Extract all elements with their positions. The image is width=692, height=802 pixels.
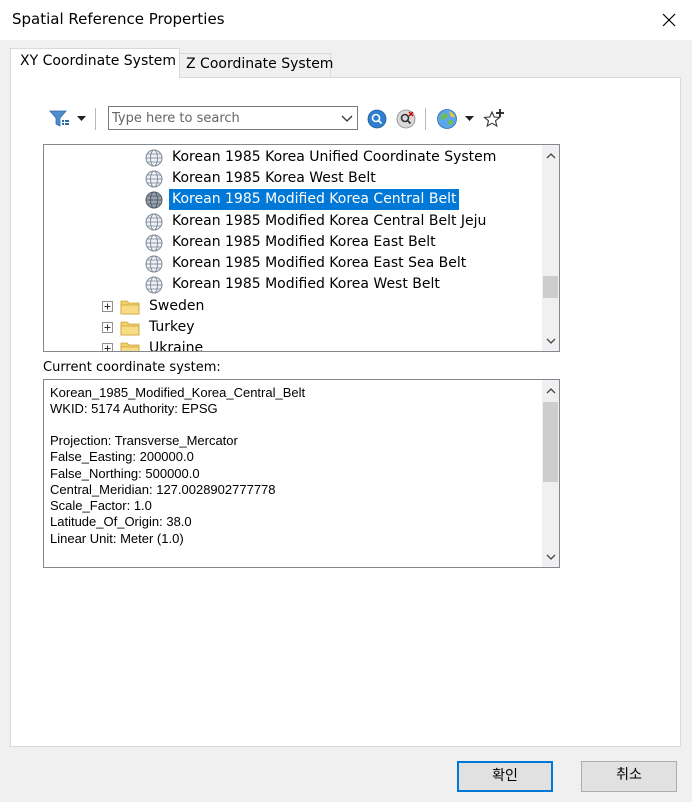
tree-item-label: Ukraine xyxy=(149,340,204,352)
title-bar: Spatial Reference Properties xyxy=(0,0,692,40)
current-coordinate-system-label: Current coordinate system: xyxy=(43,360,221,375)
coordinate-system-globe-icon xyxy=(145,191,163,209)
chevron-up-icon xyxy=(546,387,555,393)
clear-search-button[interactable] xyxy=(395,108,417,130)
ok-button[interactable]: 확인 xyxy=(457,761,553,792)
tree-item-label: Korean 1985 Korea Unified Coordinate Sys… xyxy=(172,149,497,165)
search-button[interactable] xyxy=(366,108,388,130)
clear-search-icon xyxy=(396,109,416,129)
detail-line: Scale_Factor: 1.0 xyxy=(50,498,152,513)
close-button[interactable] xyxy=(646,0,692,40)
chevron-down-icon xyxy=(464,116,474,121)
tree-item-label: Korean 1985 Modified Korea Central Belt xyxy=(169,189,460,210)
close-icon xyxy=(662,13,676,27)
cancel-button[interactable]: 취소 xyxy=(581,761,677,792)
filter-button[interactable] xyxy=(48,108,72,130)
detail-line: False_Northing: 500000.0 xyxy=(50,466,200,481)
search-input[interactable] xyxy=(112,108,327,129)
detail-line: Central_Meridian: 127.0028902777778 xyxy=(50,482,276,497)
scroll-down-button[interactable] xyxy=(542,332,559,349)
tree-item-label: Turkey xyxy=(149,319,195,335)
chevron-up-icon xyxy=(546,152,555,158)
tree-item-label: Korean 1985 Korea West Belt xyxy=(172,170,376,186)
chevron-down-icon xyxy=(546,554,555,560)
tree-item-label: Korean 1985 Modified Korea East Sea Belt xyxy=(172,255,467,271)
folder-icon xyxy=(120,321,140,336)
search-box[interactable] xyxy=(108,106,358,130)
filter-icon xyxy=(49,110,69,127)
folder-icon xyxy=(120,342,140,351)
details-scrollbar[interactable] xyxy=(542,380,559,567)
coordinate-system-globe-icon xyxy=(145,276,163,294)
scroll-down-button[interactable] xyxy=(542,548,559,565)
scroll-up-button[interactable] xyxy=(542,147,559,164)
tree-item-label: Korean 1985 Modified Korea East Belt xyxy=(172,234,436,250)
search-dropdown[interactable] xyxy=(339,110,355,126)
toolbar-separator xyxy=(425,108,426,130)
detail-line: Latitude_Of_Origin: 38.0 xyxy=(50,514,192,529)
filter-dropdown[interactable] xyxy=(74,112,88,126)
coordinate-system-globe-icon xyxy=(145,213,163,231)
detail-line: Korean_1985_Modified_Korea_Central_Belt xyxy=(50,385,306,400)
coordinate-system-globe-icon xyxy=(145,255,163,273)
detail-line: Linear Unit: Meter (1.0) xyxy=(50,531,184,546)
expand-icon[interactable] xyxy=(102,322,113,333)
globe-dropdown[interactable] xyxy=(462,112,476,126)
detail-line: Projection: Transverse_Mercator xyxy=(50,433,238,448)
globe-icon xyxy=(437,109,457,129)
chevron-down-icon xyxy=(341,115,353,122)
scroll-thumb[interactable] xyxy=(543,276,558,298)
add-favorite-button[interactable] xyxy=(482,108,506,130)
detail-line: WKID: 5174 Authority: EPSG xyxy=(50,401,218,416)
coordinate-system-globe-icon xyxy=(145,170,163,188)
expand-icon[interactable] xyxy=(102,301,113,312)
tree-item-label: Korean 1985 Modified Korea West Belt xyxy=(172,276,440,292)
coordinate-system-globe-icon xyxy=(145,149,163,167)
search-icon xyxy=(367,109,387,129)
scroll-thumb[interactable] xyxy=(543,402,558,482)
tab-z-coordinate-system[interactable]: Z Coordinate System xyxy=(179,53,333,78)
toolbar-separator xyxy=(95,108,96,130)
tab-xy-coordinate-system[interactable]: XY Coordinate System xyxy=(10,48,180,78)
globe-button[interactable] xyxy=(435,107,459,131)
folder-icon xyxy=(120,300,140,315)
chevron-down-icon xyxy=(546,338,555,344)
expand-icon[interactable] xyxy=(102,343,113,352)
tree-item-label: Sweden xyxy=(149,298,205,314)
tree-item-label: Korean 1985 Modified Korea Central Belt … xyxy=(172,213,487,229)
coordinate-system-globe-icon xyxy=(145,234,163,252)
scroll-up-button[interactable] xyxy=(542,382,559,399)
window-title: Spatial Reference Properties xyxy=(12,10,225,28)
coordinate-system-tree[interactable]: Korean 1985 Korea Unified Coordinate Sys… xyxy=(43,144,560,352)
detail-line: False_Easting: 200000.0 xyxy=(50,449,194,464)
add-favorite-icon xyxy=(483,109,504,128)
current-coordinate-system-details[interactable]: Korean_1985_Modified_Korea_Central_Belt … xyxy=(43,379,560,568)
tree-scrollbar[interactable] xyxy=(542,145,559,351)
chevron-down-icon xyxy=(76,116,86,121)
